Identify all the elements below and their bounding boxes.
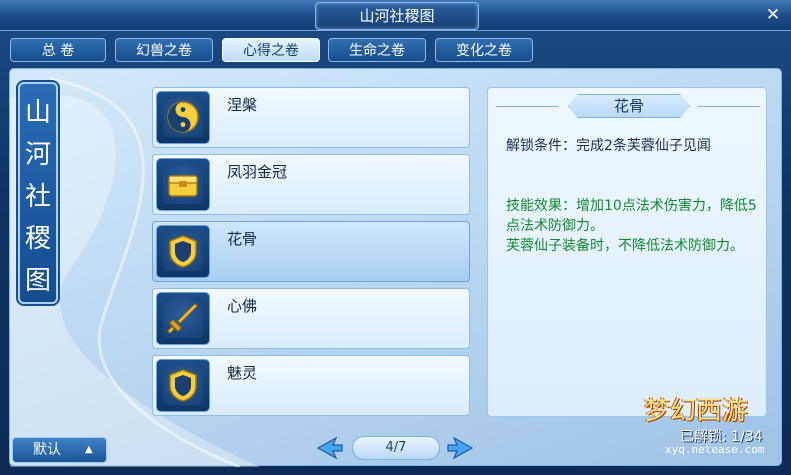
- sort-dropdown[interactable]: 默认 ▲: [12, 437, 107, 463]
- caret-up-icon: ▲: [85, 444, 93, 455]
- skill-icon-frame: [156, 91, 210, 144]
- skill-icon-frame: [156, 359, 210, 412]
- skill-item[interactable]: 魅灵: [152, 355, 470, 416]
- unlock-condition: 解锁条件：完成2条芙蓉仙子见闻: [506, 138, 711, 154]
- sword-icon: [167, 303, 198, 334]
- window-title: 山河社稷图: [359, 7, 435, 25]
- banner-char: 图: [24, 266, 51, 296]
- divider: [698, 106, 760, 107]
- tab-beast[interactable]: 幻兽之卷: [115, 38, 213, 62]
- skill-icon-frame: [156, 225, 210, 278]
- skill-name: 涅槃: [227, 96, 258, 114]
- next-page-arrow-icon[interactable]: [446, 436, 474, 460]
- detail-header: 花骨: [488, 88, 766, 124]
- skill-icon-frame: [156, 292, 210, 345]
- skill-effect: 技能效果：增加10点法术伤害力，降低5点法术防御力。 芙蓉仙子装备时，不降低法术…: [506, 196, 762, 256]
- title-plate: 山河社稷图: [315, 2, 479, 30]
- yin-yang-icon: [167, 101, 199, 133]
- skill-item[interactable]: 涅槃: [152, 87, 470, 148]
- effect-line: 芙蓉仙子装备时，不降低法术防御力。: [506, 238, 744, 254]
- skill-item[interactable]: 凤羽金冠: [152, 154, 470, 215]
- skill-item-selected[interactable]: 花骨: [152, 221, 470, 282]
- title-bar: 山河社稷图 ✕: [0, 0, 791, 31]
- game-logo-watermark: 梦幻西游 已解锁: 1/34 xyq.netease.com: [640, 390, 785, 460]
- tab-life[interactable]: 生命之卷: [328, 38, 426, 62]
- skill-name: 心佛: [227, 297, 258, 315]
- shield-icon: [169, 369, 197, 402]
- skill-icon-frame: [156, 158, 210, 211]
- title-banner: 山 河 社 稷 图: [18, 82, 58, 304]
- logo-title: 梦幻西游: [644, 396, 749, 426]
- logo-url: xyq.netease.com: [665, 443, 765, 456]
- page-indicator: 4/7: [352, 436, 440, 460]
- skill-name: 花骨: [227, 230, 258, 248]
- tab-change[interactable]: 变化之卷: [435, 38, 533, 62]
- shield-icon: [169, 235, 197, 268]
- tab-insight[interactable]: 心得之卷: [222, 38, 320, 62]
- skill-detail-panel: 花骨 解锁条件：完成2条芙蓉仙子见闻 技能效果：增加10点法术伤害力，降低5点法…: [487, 87, 767, 417]
- skill-name: 凤羽金冠: [227, 163, 288, 181]
- tab-general[interactable]: 总 卷: [10, 38, 106, 62]
- skill-name: 魅灵: [227, 364, 258, 382]
- banner-char: 河: [24, 140, 51, 170]
- detail-title: 花骨: [613, 97, 644, 115]
- close-button[interactable]: ✕: [762, 4, 784, 26]
- effect-line: 技能效果：增加10点法术伤害力，降低5点法术防御力。: [506, 198, 757, 234]
- skill-item[interactable]: 心佛: [152, 288, 470, 349]
- banner-char: 稷: [24, 224, 51, 254]
- banner-char: 山: [24, 98, 51, 128]
- divider: [496, 106, 558, 107]
- sort-label: 默认: [33, 442, 61, 458]
- banner-char: 社: [24, 182, 51, 212]
- prev-page-arrow-icon[interactable]: [316, 436, 344, 460]
- treasure-chest-icon: [168, 175, 198, 197]
- skill-window: 山河社稷图 ✕ 总 卷 幻兽之卷 心得之卷 生命之卷 变化之卷 山 河 社 稷 …: [0, 0, 791, 475]
